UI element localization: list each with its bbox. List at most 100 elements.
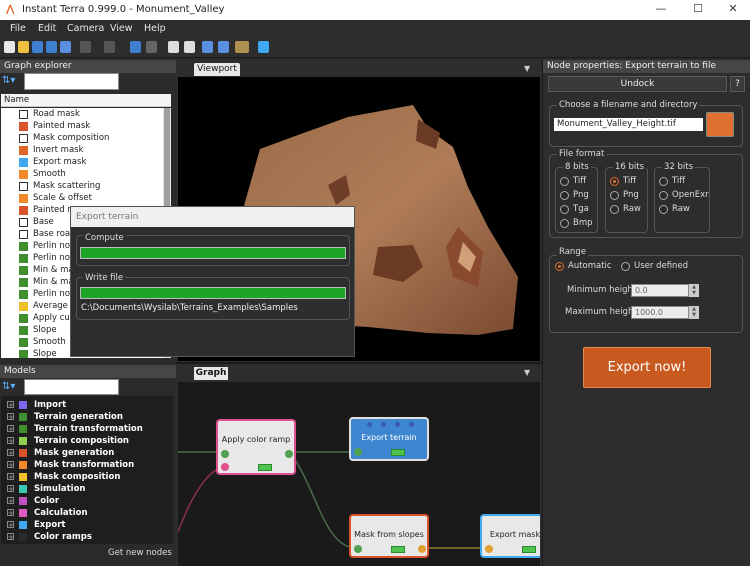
models-header: Models [0, 365, 176, 378]
input-port[interactable] [354, 448, 362, 456]
browse-folder-icon[interactable] [706, 112, 734, 137]
export-now-button[interactable]: Export now! [583, 347, 711, 388]
max-height-spinner[interactable]: ▲ ▼ [689, 306, 699, 319]
graph-explorer-item-label: Invert mask [33, 145, 84, 155]
maximize-button[interactable]: ☐ [683, 2, 713, 15]
node-export-mask[interactable]: Export mask [480, 514, 540, 558]
viewport-menu-icon[interactable]: ▼ [524, 64, 530, 73]
category-color-swatch [19, 485, 27, 493]
close-button[interactable]: ✕ [718, 2, 748, 15]
graph-menu-icon[interactable]: ▼ [524, 368, 530, 377]
graph-explorer-item-label: Slope [33, 349, 57, 358]
category-color-swatch [19, 461, 27, 469]
expand-icon[interactable]: + [7, 401, 14, 409]
param-port[interactable] [381, 422, 386, 427]
redo-icon[interactable] [104, 41, 115, 53]
menu-edit[interactable]: Edit [38, 23, 56, 34]
min-height-spinner[interactable]: ▲ ▼ [689, 284, 699, 297]
new-file-icon[interactable] [4, 41, 15, 53]
save-icon[interactable] [32, 41, 43, 53]
graph-explorer-item-label: Painted mask [33, 121, 91, 131]
node-mask-from-slopes[interactable]: Mask from slopes [349, 514, 429, 558]
category-color-swatch [19, 521, 27, 529]
node-color-swatch [19, 170, 28, 179]
render-icon[interactable] [258, 41, 269, 53]
column-header-name[interactable]: Name [1, 94, 171, 107]
export-icon[interactable] [60, 41, 71, 53]
node-toggle[interactable] [522, 546, 536, 553]
models-sort-icon[interactable]: ⇅▾ [2, 381, 22, 395]
get-new-nodes-link[interactable]: Get new nodes [108, 548, 172, 558]
input-port[interactable] [221, 463, 229, 471]
open-file-icon[interactable] [18, 41, 29, 53]
expand-icon[interactable]: + [7, 521, 14, 529]
splitter[interactable] [176, 362, 542, 364]
graph-explorer-search-input[interactable] [24, 73, 119, 90]
expand-icon[interactable]: + [7, 449, 14, 457]
expand-icon[interactable]: + [7, 413, 14, 421]
menu-camera[interactable]: Camera [67, 23, 104, 34]
node-export-terrain[interactable]: Export terrain [349, 417, 429, 461]
splitter[interactable] [542, 60, 543, 566]
expand-icon[interactable]: + [7, 461, 14, 469]
node-apply-color-ramp[interactable]: Apply color ramp [216, 419, 296, 475]
expand-icon[interactable]: + [7, 437, 14, 445]
input-port[interactable] [221, 450, 229, 458]
material-icon[interactable] [235, 41, 249, 53]
models-category-label: Color [34, 496, 60, 506]
write-progress-bar [80, 287, 346, 299]
param-port[interactable] [367, 422, 372, 427]
filename-input[interactable]: Monument_Valley_Height.tif [554, 118, 703, 131]
scrollbar-thumb[interactable] [164, 108, 170, 208]
menu-help[interactable]: Help [144, 23, 166, 34]
output-port[interactable] [285, 450, 293, 458]
help-button[interactable]: ? [730, 76, 745, 92]
node-toggle[interactable] [258, 464, 272, 471]
node-toggle[interactable] [391, 546, 405, 553]
input-port[interactable] [485, 545, 493, 553]
bits16-label: 16 bits [613, 162, 647, 172]
expand-icon[interactable]: + [7, 533, 14, 541]
input-port[interactable] [354, 545, 362, 553]
view-split-icon[interactable] [184, 41, 195, 53]
fit-view-icon[interactable] [202, 41, 213, 53]
expand-icon[interactable]: + [7, 509, 14, 517]
models-category-label: Terrain composition [34, 436, 129, 446]
category-color-swatch [19, 473, 27, 481]
param-port[interactable] [395, 422, 400, 427]
expand-icon[interactable]: + [7, 497, 14, 505]
models-category-label: Simulation [34, 484, 86, 494]
node-toggle[interactable] [391, 449, 405, 456]
expand-icon[interactable]: + [7, 485, 14, 493]
graph-canvas[interactable]: Apply color ramp Export terrain Mask fro… [178, 382, 540, 566]
models-category-label: Import [34, 400, 67, 410]
minimize-button[interactable]: — [646, 2, 676, 15]
models-category-label: Mask transformation [34, 460, 135, 470]
file-format-label: File format [557, 149, 607, 159]
sort-icon[interactable]: ⇅▾ [2, 75, 22, 89]
min-height-input[interactable]: 0.0 [631, 284, 689, 297]
undo-icon[interactable] [80, 41, 91, 53]
undock-button[interactable]: Undock [548, 76, 727, 92]
view-single-icon[interactable] [168, 41, 179, 53]
app-logo-icon: ⋀ [6, 4, 15, 15]
save-as-icon[interactable] [46, 41, 57, 53]
node-title: Apply color ramp [221, 435, 291, 444]
node-color-swatch [19, 230, 28, 239]
menu-file[interactable]: File [10, 23, 26, 34]
models-search-input[interactable] [24, 379, 119, 395]
max-height-input[interactable]: 1000.0 [631, 306, 689, 319]
param-port[interactable] [409, 422, 414, 427]
expand-icon[interactable]: + [7, 425, 14, 433]
node-properties-header: Node properties: Export terrain to file [543, 60, 750, 73]
tab-viewport[interactable]: Viewport [194, 63, 240, 76]
tab-graph[interactable]: Graph [194, 367, 228, 380]
expand-icon[interactable]: + [7, 473, 14, 481]
copy-icon[interactable] [130, 41, 141, 53]
node-color-swatch [19, 302, 28, 311]
output-port[interactable] [418, 545, 426, 553]
node-title: Export terrain [361, 433, 417, 442]
menu-view[interactable]: View [110, 23, 133, 34]
lock-icon[interactable] [218, 41, 229, 53]
delete-icon[interactable] [146, 41, 157, 53]
